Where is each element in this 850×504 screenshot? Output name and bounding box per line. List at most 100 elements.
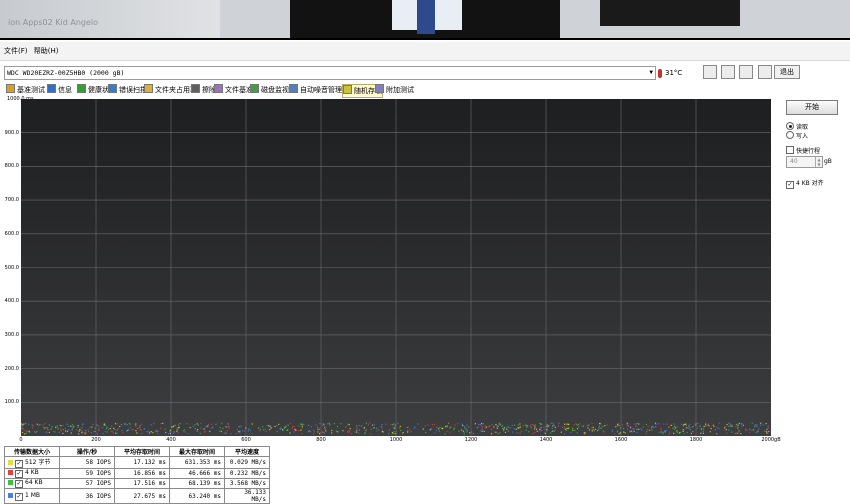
data-point [728, 429, 729, 430]
data-point [528, 431, 529, 432]
data-point [22, 424, 23, 425]
data-point [499, 423, 500, 424]
data-point [361, 426, 362, 427]
data-point [755, 432, 756, 433]
data-point [371, 429, 372, 430]
data-point [105, 431, 106, 432]
data-point [616, 426, 617, 427]
data-point [111, 431, 112, 432]
data-point [584, 433, 585, 434]
data-point [753, 429, 754, 430]
spinner-arrows-icon[interactable]: ▲▼ [815, 157, 822, 167]
data-point [430, 428, 431, 429]
menu-file[interactable]: 文件(F) [4, 42, 28, 60]
data-point [351, 433, 352, 434]
series-checkbox[interactable]: ✓ [15, 460, 23, 468]
data-point [28, 424, 29, 425]
chevron-down-icon[interactable]: ▼ [649, 67, 653, 79]
data-point [583, 425, 584, 426]
data-point [541, 430, 542, 431]
quick-stroke-stepper[interactable]: 40 ▲▼ [786, 156, 823, 168]
data-point [49, 424, 50, 425]
write-radio-label: 写入 [796, 133, 808, 140]
tab-item[interactable]: 错误扫描 [108, 84, 147, 96]
series-checkbox[interactable]: ✓ [15, 480, 23, 488]
data-point [506, 429, 507, 430]
data-point [527, 426, 528, 427]
exit-button[interactable]: 退出 [774, 65, 800, 79]
data-point [106, 428, 107, 429]
data-point [641, 429, 642, 430]
tab-item[interactable]: 附加测试 [375, 84, 414, 96]
start-button[interactable]: 开始 [786, 100, 838, 115]
data-point [668, 426, 669, 427]
data-point [466, 429, 467, 430]
data-point [547, 424, 548, 425]
col-size: 传输数据大小 [5, 447, 60, 457]
data-point [77, 425, 78, 426]
data-point [630, 426, 631, 427]
copy-all-icon[interactable] [721, 65, 735, 79]
data-point [137, 428, 138, 429]
size-cell: ✓512 字节 [5, 457, 60, 469]
data-point [169, 431, 170, 432]
data-point [764, 431, 765, 432]
tab-item[interactable]: 自动噪音管理 [289, 84, 342, 96]
data-point [325, 430, 326, 431]
data-point [552, 425, 553, 426]
data-point [58, 428, 59, 429]
data-point [369, 423, 370, 424]
data-point [400, 426, 401, 427]
link-icon[interactable] [758, 65, 772, 79]
menu-help[interactable]: 帮助(H) [34, 42, 59, 60]
data-point [325, 428, 326, 429]
tab-item[interactable]: 文件夹占用率 [144, 84, 197, 96]
data-point [366, 423, 367, 424]
data-point [471, 431, 472, 432]
data-point [586, 425, 587, 426]
data-point [683, 425, 684, 426]
data-point [65, 430, 66, 431]
data-point [677, 426, 678, 427]
data-point [467, 430, 468, 431]
tab-item[interactable]: 文件基准 [214, 84, 253, 96]
camera-icon[interactable] [739, 65, 753, 79]
data-point [643, 427, 644, 428]
data-point [749, 432, 750, 433]
data-point [755, 424, 756, 425]
data-point [388, 433, 389, 434]
series-checkbox[interactable]: ✓ [15, 493, 23, 501]
data-point [505, 432, 506, 433]
data-point [212, 427, 213, 428]
device-select[interactable]: WDC WD20EZRZ-00Z5HB0 (2000 gB) ▼ [4, 66, 656, 80]
data-point [414, 428, 415, 429]
tab-item[interactable]: 擦除 [191, 84, 216, 96]
data-point [591, 427, 592, 428]
tab-item[interactable]: 基准测试 [6, 84, 45, 96]
data-point [402, 433, 403, 434]
data-point [46, 432, 47, 433]
data-point [407, 427, 408, 428]
data-point [514, 428, 515, 429]
data-point [25, 423, 26, 424]
data-point [480, 424, 481, 425]
data-point [767, 433, 768, 434]
data-point [329, 424, 330, 425]
data-point [730, 425, 731, 426]
data-point [661, 429, 662, 430]
data-point [204, 432, 205, 433]
data-point [417, 423, 418, 424]
series-checkbox[interactable]: ✓ [15, 470, 23, 478]
data-point [77, 427, 78, 428]
tab-item[interactable]: 信息 [47, 84, 72, 96]
data-point [150, 424, 151, 425]
quick-stroke-checkbox[interactable]: 快捷行程 [786, 146, 820, 156]
result-avg: 27.675 ms [115, 489, 170, 504]
copy-icon[interactable] [703, 65, 717, 79]
write-radio[interactable]: 写入 [786, 131, 808, 141]
align-checkbox[interactable]: ✓4 KB 对齐 [786, 180, 824, 189]
data-point [574, 424, 575, 425]
data-point [731, 425, 732, 426]
data-point [689, 424, 690, 425]
data-point [197, 431, 198, 432]
